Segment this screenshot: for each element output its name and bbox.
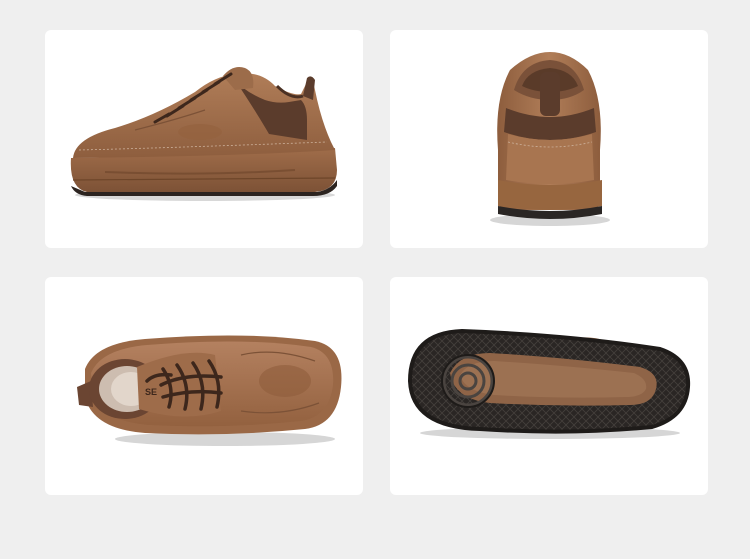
sole-view-card[interactable]: [390, 277, 708, 495]
back-view-card[interactable]: [390, 30, 708, 248]
top-view-card[interactable]: SE: [45, 277, 363, 495]
shoe-back-view-image: [490, 52, 610, 226]
shoe-sole-view-image: [407, 328, 691, 439]
shoe-side-view-image: [70, 67, 338, 201]
shoe-top-view-image: SE: [77, 335, 342, 446]
tongue-logo-text: SE: [145, 387, 157, 397]
product-image-grid: SE: [0, 0, 750, 559]
side-view-card[interactable]: [45, 30, 363, 248]
